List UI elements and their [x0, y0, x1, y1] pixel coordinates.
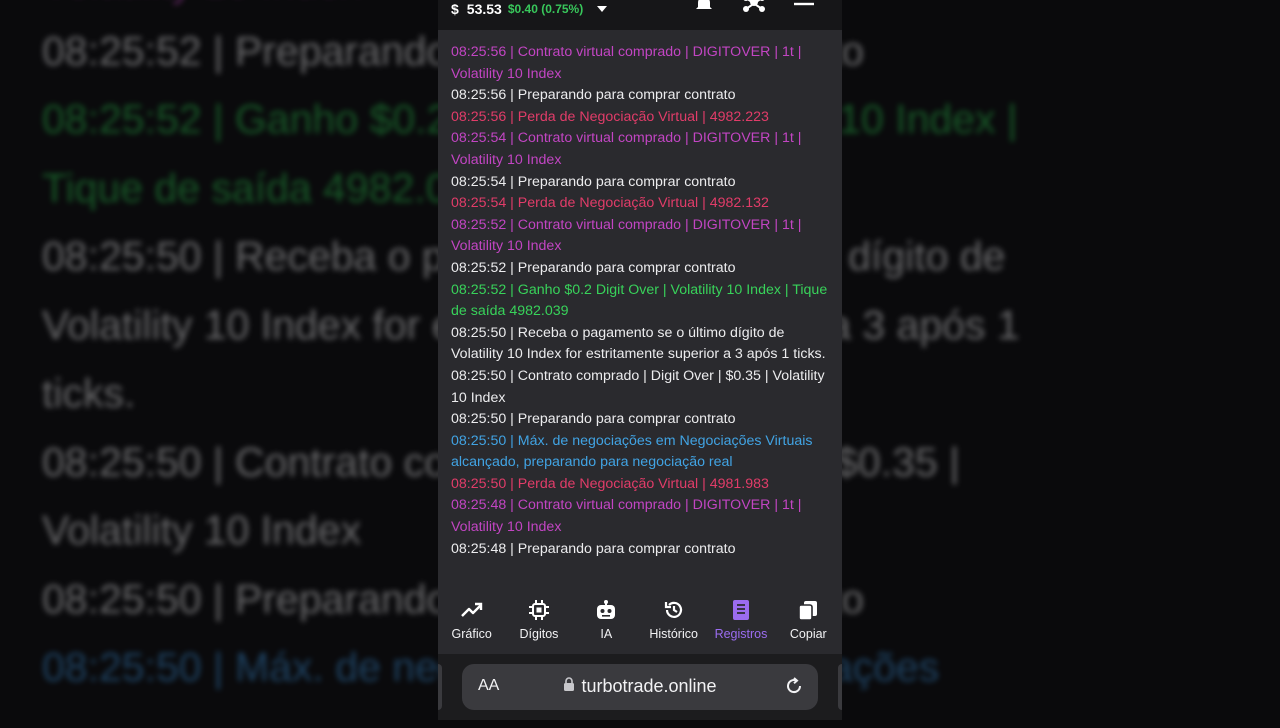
log-entry: 08:25:54 | Perda de Negociação Virtual |…: [451, 195, 769, 212]
bottom-nav: Gráfico Dígitos IA Histórico Registros C…: [438, 588, 842, 654]
nav-label: Dígitos: [519, 627, 559, 641]
reload-icon[interactable]: [784, 676, 804, 696]
nav-ia[interactable]: IA: [573, 588, 640, 654]
nav-grafico[interactable]: Gráfico: [438, 588, 505, 654]
chart-trend-icon: [460, 598, 484, 622]
log-entry: 08:25:54 | Preparando para comprar contr…: [451, 173, 736, 190]
chip-icon: [527, 598, 551, 622]
balance-currency: $: [451, 1, 459, 17]
log-entry: 08:25:48 | Contrato virtual comprado | D…: [451, 497, 802, 536]
phone-screen: $ 53.53 $0.40 (0.75%) 08:25:56 | Contrat…: [438, 0, 842, 720]
log-entry: 08:25:52 | Ganho $0.2 Digit Over | Volat…: [451, 281, 828, 320]
tab-edge-right: [838, 664, 842, 710]
document-icon: [729, 598, 753, 622]
menu-icon[interactable]: [792, 0, 816, 14]
log-entry: 08:25:54 | Contrato virtual comprado | D…: [451, 130, 802, 168]
lock-icon: [563, 677, 575, 696]
caret-down-icon[interactable]: [597, 6, 608, 12]
log-panel[interactable]: 08:25:56 | Contrato virtual comprado | D…: [451, 42, 831, 560]
robot-icon: [594, 598, 618, 622]
log-entry: 08:25:50 | Contrato comprado | Digit Ove…: [451, 367, 825, 406]
nav-label: Registros: [714, 627, 768, 641]
log-entry: 08:25:56 | Perda de Negociação Virtual |…: [451, 108, 769, 125]
log-entry: 08:25:52 | Contrato virtual comprado | D…: [451, 216, 802, 255]
nav-label: Copiar: [789, 627, 827, 641]
nav-registros[interactable]: Registros: [707, 588, 774, 654]
address-bar[interactable]: AA turbotrade.online: [462, 664, 818, 710]
nav-label: Histórico: [649, 627, 698, 641]
nav-historico[interactable]: Histórico: [640, 588, 707, 654]
nav-label: IA: [600, 627, 613, 641]
log-entry: 08:25:56 | Contrato virtual comprado | D…: [451, 44, 802, 82]
tab-edge-left: [438, 664, 442, 710]
network-icon[interactable]: [742, 0, 766, 14]
history-icon: [662, 598, 686, 622]
balance-change: $0.40 (0.75%): [507, 2, 584, 16]
bell-icon[interactable]: [692, 0, 716, 14]
url-text: turbotrade.online: [581, 676, 717, 696]
copy-icon: [796, 598, 820, 622]
url-display[interactable]: turbotrade.online: [462, 676, 818, 697]
balance-selector[interactable]: $ 53.53 $0.40 (0.75%): [451, 0, 608, 21]
browser-chrome: AA turbotrade.online: [438, 654, 842, 720]
log-entry: 08:25:50 | Perda de Negociação Virtual |…: [451, 475, 769, 492]
nav-copiar[interactable]: Copiar: [775, 588, 842, 654]
balance-amount: 53.53: [466, 1, 502, 17]
log-entry: 08:25:50 | Máx. de negociações em Negoci…: [451, 432, 813, 471]
top-bar: $ 53.53 $0.40 (0.75%): [438, 0, 842, 30]
nav-label: Gráfico: [451, 627, 492, 641]
log-entry: 08:25:48 | Preparando para comprar contr…: [451, 540, 736, 557]
log-entry: 08:25:52 | Preparando para comprar contr…: [451, 259, 736, 276]
log-entry: 08:25:50 | Preparando para comprar contr…: [451, 411, 736, 428]
log-entry: 08:25:56 | Preparando para comprar contr…: [451, 87, 736, 104]
nav-digitos[interactable]: Dígitos: [505, 588, 572, 654]
log-entry: 08:25:50 | Receba o pagamento se o últim…: [451, 324, 826, 363]
top-actions: [692, 0, 816, 14]
